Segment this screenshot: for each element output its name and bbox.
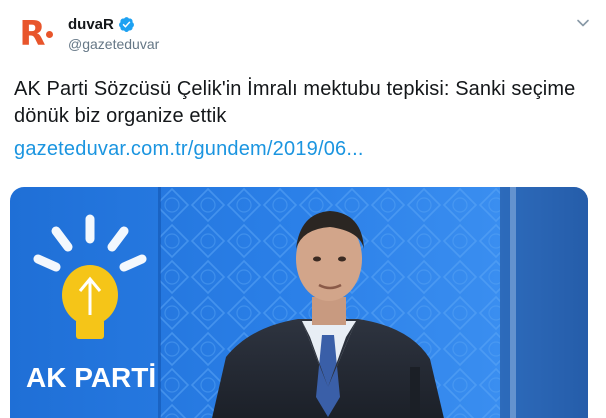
avatar-logo-dot [45,30,53,38]
tweet-media-image[interactable]: AK PARTİ [10,187,588,418]
tweet-link[interactable]: gazeteduvar.com.tr/gundem/2019/06... [14,137,364,161]
tweet-text: AK Parti Sözcüsü Çelik'in İmralı mektubu… [14,78,576,127]
tweet-header: R duvaR @gazeteduvar [14,12,592,56]
display-name[interactable]: duvaR [68,16,114,33]
handle[interactable]: @gazeteduvar [68,36,159,52]
press-conference-photo: AK PARTİ [10,187,588,418]
author-names: duvaR @gazeteduvar [68,14,159,53]
avatar[interactable]: R [14,12,58,56]
display-name-row: duvaR [68,14,159,34]
avatar-logo-letter: R [19,14,45,54]
verified-badge-icon [118,16,134,32]
chevron-down-icon[interactable] [576,16,590,30]
party-logo-text: AK PARTİ [26,362,156,393]
